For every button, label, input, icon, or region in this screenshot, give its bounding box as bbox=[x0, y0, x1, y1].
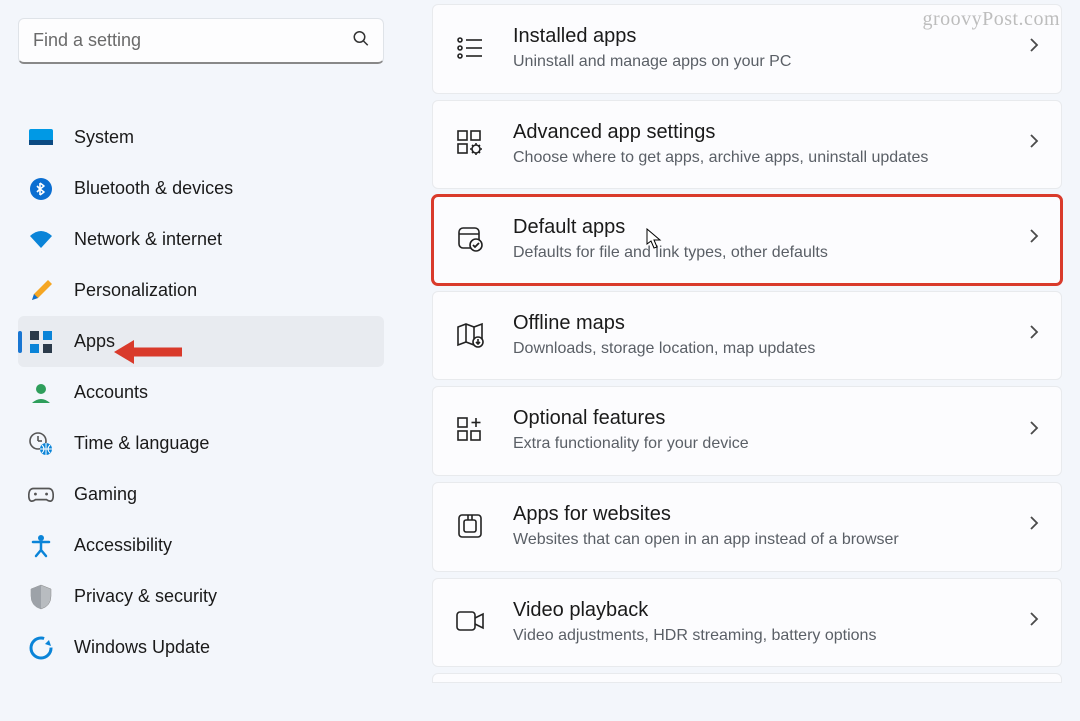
sidebar-item-accessibility[interactable]: Accessibility bbox=[18, 520, 384, 571]
card-desc: Video adjustments, HDR streaming, batter… bbox=[513, 625, 1001, 647]
card-title: Offline maps bbox=[513, 310, 1001, 336]
gaming-icon bbox=[28, 482, 54, 508]
card-text: Video playback Video adjustments, HDR st… bbox=[513, 597, 1001, 647]
sidebar-item-network[interactable]: Network & internet bbox=[18, 214, 384, 265]
card-video-playback[interactable]: Video playback Video adjustments, HDR st… bbox=[432, 578, 1062, 668]
card-desc: Downloads, storage location, map updates bbox=[513, 338, 1001, 360]
installed-apps-icon bbox=[455, 33, 485, 63]
chevron-right-icon bbox=[1029, 611, 1039, 632]
paintbrush-icon bbox=[28, 278, 54, 304]
chevron-right-icon bbox=[1029, 420, 1039, 441]
sidebar-item-time-language[interactable]: Time & language bbox=[18, 418, 384, 469]
sidebar-item-label: Accessibility bbox=[74, 535, 172, 556]
card-title: Apps for websites bbox=[513, 501, 1001, 527]
sidebar-item-label: Privacy & security bbox=[74, 586, 217, 607]
card-optional-features[interactable]: Optional features Extra functionality fo… bbox=[432, 386, 1062, 476]
search-icon bbox=[352, 30, 370, 53]
apps-websites-icon bbox=[455, 511, 485, 541]
optional-features-icon bbox=[455, 415, 485, 445]
offline-maps-icon bbox=[455, 320, 485, 350]
wifi-icon bbox=[28, 227, 54, 253]
sidebar-item-personalization[interactable]: Personalization bbox=[18, 265, 384, 316]
sidebar-item-apps[interactable]: Apps bbox=[18, 316, 384, 367]
bluetooth-icon bbox=[28, 176, 54, 202]
sidebar-item-windows-update[interactable]: Windows Update bbox=[18, 622, 384, 673]
sidebar-item-label: Accounts bbox=[74, 382, 148, 403]
sidebar-item-gaming[interactable]: Gaming bbox=[18, 469, 384, 520]
sidebar-item-label: Network & internet bbox=[74, 229, 222, 250]
chevron-right-icon bbox=[1029, 133, 1039, 154]
card-title: Installed apps bbox=[513, 23, 1001, 49]
card-title: Default apps bbox=[513, 214, 1001, 240]
accessibility-icon bbox=[28, 533, 54, 559]
card-text: Advanced app settings Choose where to ge… bbox=[513, 119, 1001, 169]
card-text: Offline maps Downloads, storage location… bbox=[513, 310, 1001, 360]
shield-icon bbox=[28, 584, 54, 610]
sidebar-item-label: System bbox=[74, 127, 134, 148]
update-icon bbox=[28, 635, 54, 661]
clock-globe-icon bbox=[28, 431, 54, 457]
chevron-right-icon bbox=[1029, 228, 1039, 249]
system-icon bbox=[28, 125, 54, 151]
card-text: Installed apps Uninstall and manage apps… bbox=[513, 23, 1001, 73]
card-advanced-app-settings[interactable]: Advanced app settings Choose where to ge… bbox=[432, 100, 1062, 190]
card-apps-for-websites[interactable]: Apps for websites Websites that can open… bbox=[432, 482, 1062, 572]
card-installed-apps[interactable]: Installed apps Uninstall and manage apps… bbox=[432, 4, 1062, 94]
chevron-right-icon bbox=[1029, 324, 1039, 345]
card-desc: Extra functionality for your device bbox=[513, 433, 1001, 455]
search-input[interactable] bbox=[18, 18, 384, 64]
card-desc: Websites that can open in an app instead… bbox=[513, 529, 1001, 551]
sidebar-item-label: Gaming bbox=[74, 484, 137, 505]
sidebar-item-privacy[interactable]: Privacy & security bbox=[18, 571, 384, 622]
settings-main: Installed apps Uninstall and manage apps… bbox=[398, 0, 1080, 721]
card-desc: Choose where to get apps, archive apps, … bbox=[513, 147, 1001, 169]
sidebar-item-bluetooth[interactable]: Bluetooth & devices bbox=[18, 163, 384, 214]
nav-list: System Bluetooth & devices Network & int… bbox=[18, 112, 384, 673]
sidebar-item-label: Apps bbox=[74, 331, 115, 352]
card-offline-maps[interactable]: Offline maps Downloads, storage location… bbox=[432, 291, 1062, 381]
account-icon bbox=[28, 380, 54, 406]
settings-sidebar: System Bluetooth & devices Network & int… bbox=[0, 0, 398, 721]
sidebar-item-system[interactable]: System bbox=[18, 112, 384, 163]
card-text: Optional features Extra functionality fo… bbox=[513, 405, 1001, 455]
chevron-right-icon bbox=[1029, 515, 1039, 536]
card-desc: Uninstall and manage apps on your PC bbox=[513, 51, 1001, 73]
apps-icon bbox=[28, 329, 54, 355]
card-text: Default apps Defaults for file and link … bbox=[513, 214, 1001, 264]
card-desc: Defaults for file and link types, other … bbox=[513, 242, 1001, 264]
sidebar-item-label: Personalization bbox=[74, 280, 197, 301]
sidebar-item-label: Windows Update bbox=[74, 637, 210, 658]
video-playback-icon bbox=[455, 606, 485, 636]
search-container bbox=[18, 18, 384, 64]
card-title: Video playback bbox=[513, 597, 1001, 623]
default-apps-icon bbox=[455, 224, 485, 254]
card-title: Optional features bbox=[513, 405, 1001, 431]
card-default-apps[interactable]: Default apps Defaults for file and link … bbox=[432, 195, 1062, 285]
card-stub bbox=[432, 673, 1062, 683]
advanced-settings-icon bbox=[455, 128, 485, 158]
sidebar-item-label: Time & language bbox=[74, 433, 209, 454]
card-title: Advanced app settings bbox=[513, 119, 1001, 145]
sidebar-item-label: Bluetooth & devices bbox=[74, 178, 233, 199]
sidebar-item-accounts[interactable]: Accounts bbox=[18, 367, 384, 418]
chevron-right-icon bbox=[1029, 37, 1039, 58]
card-text: Apps for websites Websites that can open… bbox=[513, 501, 1001, 551]
